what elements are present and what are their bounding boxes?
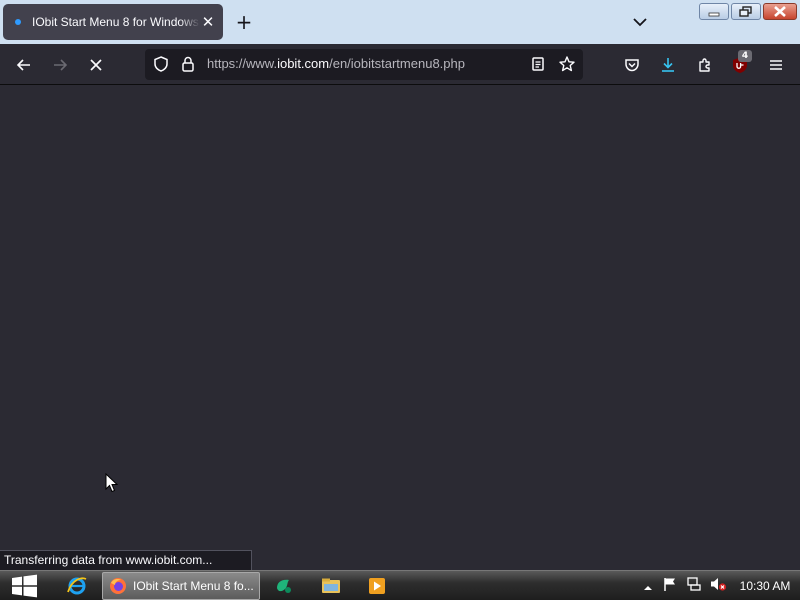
puzzle-icon bbox=[699, 58, 710, 72]
triangle-up-icon bbox=[644, 585, 652, 590]
tab-close-icon[interactable]: ✕ bbox=[199, 13, 217, 31]
network-icon bbox=[687, 577, 701, 591]
back-button[interactable] bbox=[11, 52, 37, 78]
reader-view-button[interactable] bbox=[529, 55, 547, 77]
stop-loading-button[interactable] bbox=[83, 52, 109, 78]
minimize-button[interactable] bbox=[699, 3, 729, 20]
restore-button[interactable] bbox=[731, 3, 761, 20]
pocket-icon bbox=[625, 59, 639, 72]
navigation-toolbar: https://www.iobit.com/en/iobitstartmenu8… bbox=[0, 44, 800, 85]
stop-x-icon bbox=[90, 59, 102, 71]
forward-arrow-icon bbox=[54, 59, 68, 71]
downloads-button[interactable] bbox=[655, 52, 681, 78]
tab-iobit-start-menu[interactable]: IObit Start Menu 8 for Windows 10 ✕ bbox=[3, 4, 223, 40]
folder-icon bbox=[322, 578, 340, 593]
close-icon bbox=[774, 6, 786, 17]
minimize-icon bbox=[708, 12, 720, 17]
window-controls bbox=[699, 3, 797, 20]
forward-button[interactable] bbox=[47, 52, 73, 78]
speaker-muted-icon bbox=[711, 578, 727, 591]
shield-icon bbox=[154, 56, 168, 72]
media-player-icon bbox=[369, 578, 385, 594]
lock-icon bbox=[182, 56, 194, 72]
internet-explorer-icon bbox=[67, 577, 87, 595]
back-arrow-icon bbox=[16, 59, 30, 71]
close-window-button[interactable] bbox=[763, 3, 797, 20]
clock[interactable]: 10:30 AM bbox=[730, 579, 800, 593]
reader-view-icon bbox=[532, 57, 544, 71]
internet-explorer-pinned[interactable] bbox=[57, 573, 97, 599]
tracking-protection-button[interactable] bbox=[152, 55, 170, 77]
star-icon bbox=[559, 56, 575, 72]
windows-logo-icon bbox=[12, 574, 37, 598]
url-prefix: https://www. bbox=[207, 56, 278, 71]
list-all-tabs-button[interactable] bbox=[628, 12, 652, 32]
address-bar[interactable]: https://www.iobit.com/en/iobitstartmenu8… bbox=[145, 49, 583, 80]
pinned-app-green[interactable] bbox=[264, 573, 304, 599]
system-tray: 10:30 AM bbox=[638, 571, 800, 600]
tab-strip: IObit Start Menu 8 for Windows 10 ✕ + bbox=[0, 0, 800, 44]
start-button[interactable] bbox=[4, 572, 46, 600]
new-tab-button[interactable]: + bbox=[232, 10, 256, 34]
mouse-pointer-icon bbox=[105, 472, 119, 497]
file-explorer-pinned[interactable] bbox=[311, 573, 351, 599]
action-center-button[interactable] bbox=[658, 576, 682, 596]
extensions-button[interactable] bbox=[692, 52, 718, 78]
status-panel: Transferring data from www.iobit.com... bbox=[0, 550, 252, 570]
bookmark-button[interactable] bbox=[558, 55, 576, 77]
open-menu-button[interactable] bbox=[763, 52, 789, 78]
network-button[interactable] bbox=[682, 576, 706, 596]
ublock-count-badge: 4 bbox=[738, 50, 752, 62]
tab-title: IObit Start Menu 8 for Windows 10 bbox=[32, 15, 200, 29]
media-player-pinned[interactable] bbox=[357, 573, 397, 599]
desktop-screen: IObit Start Menu 8 for Windows 10 ✕ + ht… bbox=[0, 0, 800, 600]
taskbar-firefox-task[interactable]: IObit Start Menu 8 fo... bbox=[102, 572, 260, 600]
green-app-icon bbox=[277, 579, 291, 593]
hamburger-menu-icon bbox=[770, 60, 782, 70]
taskbar-task-label: IObit Start Menu 8 fo... bbox=[133, 579, 254, 593]
restore-icon bbox=[739, 6, 752, 17]
url-path: /en/iobitstartmenu8.php bbox=[329, 56, 465, 71]
taskbar: IObit Start Menu 8 fo... 10:30 AM bbox=[0, 570, 800, 600]
flag-icon bbox=[664, 578, 675, 591]
url-host: iobit.com bbox=[277, 56, 330, 71]
url-text[interactable]: https://www.iobit.com/en/iobitstartmenu8… bbox=[207, 56, 465, 71]
firefox-icon bbox=[110, 578, 126, 594]
loading-favicon-icon bbox=[15, 19, 21, 25]
volume-button[interactable] bbox=[706, 576, 730, 596]
page-content-area[interactable] bbox=[0, 85, 800, 570]
chevron-down-icon bbox=[633, 18, 647, 27]
site-security-button[interactable] bbox=[179, 55, 197, 77]
show-hidden-icons-button[interactable] bbox=[638, 577, 658, 596]
pocket-button[interactable] bbox=[619, 52, 645, 78]
download-icon bbox=[662, 58, 674, 72]
